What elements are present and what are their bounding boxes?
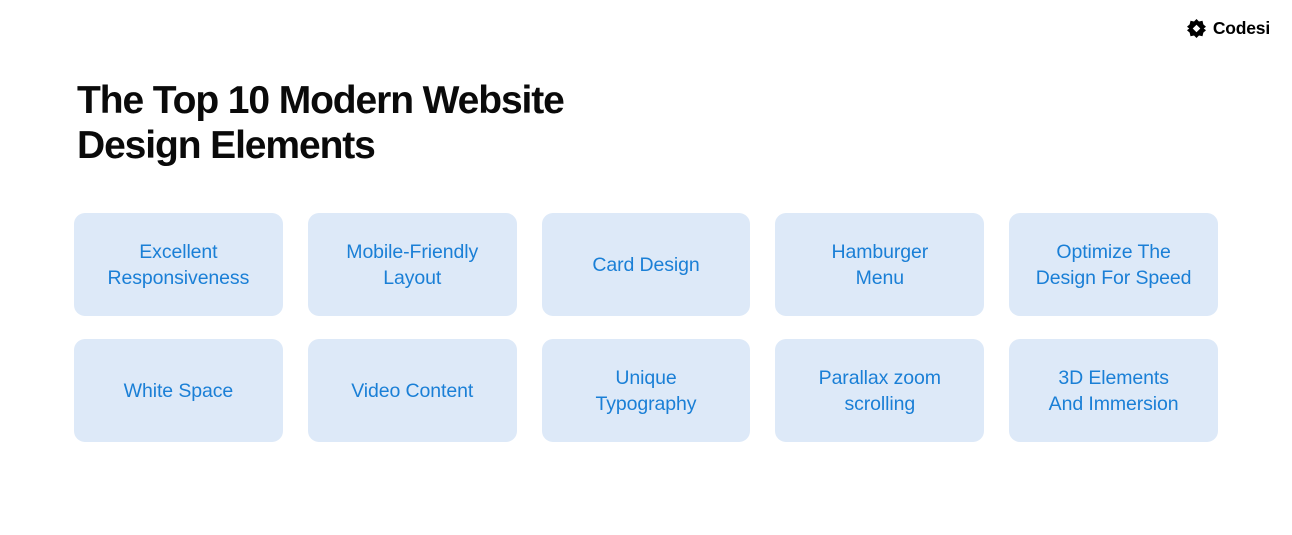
- element-card-10[interactable]: 3D Elements And Immersion: [1009, 339, 1218, 442]
- element-card-label: Optimize The Design For Speed: [1035, 240, 1192, 289]
- element-card-9[interactable]: Parallax zoom scrolling: [775, 339, 985, 442]
- element-card-label: White Space: [123, 379, 234, 402]
- element-card-4[interactable]: Hamburger Menu: [775, 213, 985, 316]
- element-card-label: Mobile-Friendly Layout: [346, 240, 479, 289]
- design-elements-grid: Excellent Responsiveness Mobile-Friendly…: [74, 213, 1218, 442]
- brand-logo: Codesi: [1186, 17, 1270, 38]
- element-card-3[interactable]: Card Design: [541, 213, 751, 316]
- element-card-label: Unique Typography: [595, 366, 697, 415]
- element-card-6[interactable]: White Space: [74, 339, 283, 442]
- element-card-label: Parallax zoom scrolling: [818, 366, 941, 415]
- brand-name: Codesi: [1212, 17, 1270, 38]
- page-title: The Top 10 Modern Website Design Element…: [77, 79, 565, 167]
- element-card-label: Card Design: [592, 253, 700, 276]
- element-card-7[interactable]: Video Content: [307, 339, 517, 442]
- element-card-8[interactable]: Unique Typography: [541, 339, 751, 442]
- element-card-label: Hamburger Menu: [831, 240, 929, 289]
- element-card-5[interactable]: Optimize The Design For Speed: [1009, 213, 1218, 316]
- element-card-label: Video Content: [351, 379, 474, 402]
- element-card-2[interactable]: Mobile-Friendly Layout: [307, 213, 517, 316]
- element-card-label: 3D Elements And Immersion: [1048, 366, 1179, 415]
- star-diamond-logo-icon: [1186, 19, 1206, 38]
- element-card-1[interactable]: Excellent Responsiveness: [74, 213, 283, 316]
- element-card-label: Excellent Responsiveness: [107, 240, 250, 289]
